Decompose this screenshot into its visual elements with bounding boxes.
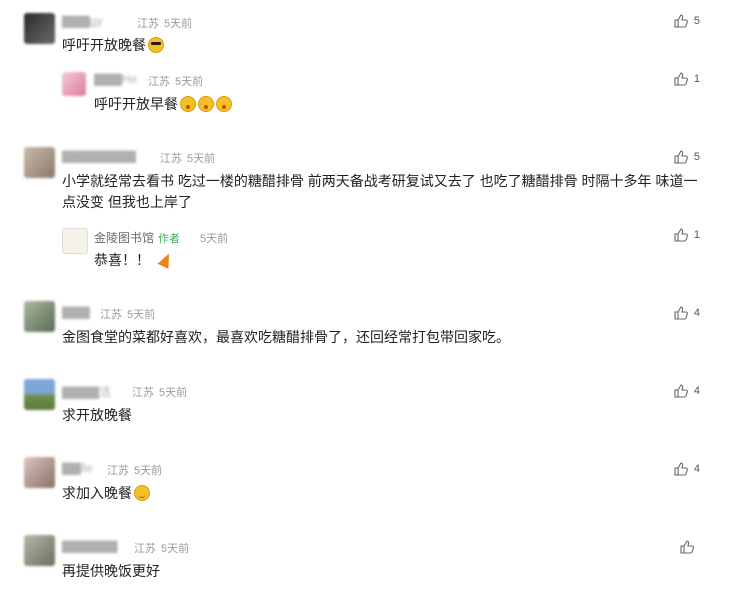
commenter-name-blurred[interactable]: ▇▇lle — [62, 461, 92, 475]
commenter-name-blurred[interactable]: ▇▇▇ — [62, 305, 90, 319]
commenter-name-blurred[interactable]: ▇▇▇gy — [62, 14, 102, 28]
comment-meta: 江苏 5天前 — [160, 153, 216, 165]
comment-text: 呼吁开放晚餐 — [62, 35, 164, 56]
like-button[interactable]: 1 — [674, 227, 700, 243]
like-button[interactable]: 4 — [674, 461, 700, 477]
author-name[interactable]: 金陵图书馆 作者 — [94, 229, 180, 246]
sunglasses-emoji — [148, 37, 164, 53]
astonished-emoji — [180, 96, 196, 112]
comment-meta: 江苏 5天前 — [132, 387, 188, 399]
thumbs-up-icon — [674, 384, 688, 398]
reply-meta: 5天前 — [200, 233, 229, 245]
thumbs-up-icon — [674, 150, 688, 164]
reply-text: 呼吁开放早餐 — [94, 94, 232, 115]
author-badge: 作者 — [158, 233, 181, 245]
commenter-name-blurred[interactable]: ▇▇▇▇▇▇▇▇ — [62, 149, 136, 163]
like-count: 1 — [693, 73, 700, 85]
comment-text: 小学就经常去看书 吃过一楼的糖醋排骨 前两天备战考研复试又去了 也吃了糖醋排骨 … — [62, 173, 698, 210]
thumbs-up-icon — [674, 462, 688, 476]
comment-text: 金图食堂的菜都好喜欢，最喜欢吃糖醋排骨了，还回经常打包带回家吃。 — [62, 329, 510, 345]
like-count: 4 — [693, 463, 700, 475]
astonished-emoji — [216, 96, 232, 112]
avatar[interactable] — [24, 457, 55, 488]
library-logo-avatar[interactable] — [62, 228, 88, 254]
astonished-emoji — [198, 96, 214, 112]
reply-text: 恭喜！！ — [94, 250, 175, 271]
smile-emoji — [134, 485, 150, 501]
thumbs-up-icon — [674, 306, 688, 320]
like-button[interactable] — [680, 539, 700, 555]
commenter-name-blurred[interactable]: ▇▇▇▇▇▇ — [62, 539, 117, 553]
like-button[interactable]: 4 — [674, 305, 700, 321]
like-count: 5 — [693, 15, 700, 27]
reply-meta: 江苏 5天前 — [148, 76, 204, 88]
avatar[interactable] — [24, 535, 55, 566]
thumbs-up-icon — [680, 540, 694, 554]
comment-meta: 江苏 5天前 — [100, 309, 156, 321]
like-button[interactable]: 5 — [674, 149, 700, 165]
avatar[interactable] — [24, 13, 55, 44]
like-button[interactable]: 5 — [674, 13, 700, 29]
like-button[interactable]: 1 — [674, 71, 700, 87]
like-count: 4 — [693, 307, 700, 319]
party-popper-emoji — [157, 251, 175, 269]
like-count: 1 — [693, 229, 700, 241]
comment-meta: 江苏 5天前 — [134, 543, 190, 555]
comment-meta: 江苏 5天前 — [137, 18, 193, 30]
avatar[interactable] — [24, 301, 55, 332]
thumbs-up-icon — [674, 14, 688, 28]
like-count: 4 — [693, 385, 700, 397]
replier-name-blurred[interactable]: ▇▇▇He — [94, 72, 137, 86]
comment-text: 求加入晚餐 — [62, 483, 150, 504]
comment-text: 求开放晚餐 — [62, 407, 132, 423]
thumbs-up-icon — [674, 228, 688, 242]
avatar[interactable] — [24, 147, 55, 178]
like-button[interactable]: 4 — [674, 383, 700, 399]
commenter-name-blurred[interactable]: ▇▇▇▇洁 — [62, 383, 111, 400]
comment-meta: 江苏 5天前 — [107, 465, 163, 477]
like-count: 5 — [693, 151, 700, 163]
thumbs-up-icon — [674, 72, 688, 86]
avatar[interactable] — [24, 379, 55, 410]
avatar[interactable] — [62, 72, 86, 96]
comment-text: 再提供晚饭更好 — [62, 563, 160, 579]
